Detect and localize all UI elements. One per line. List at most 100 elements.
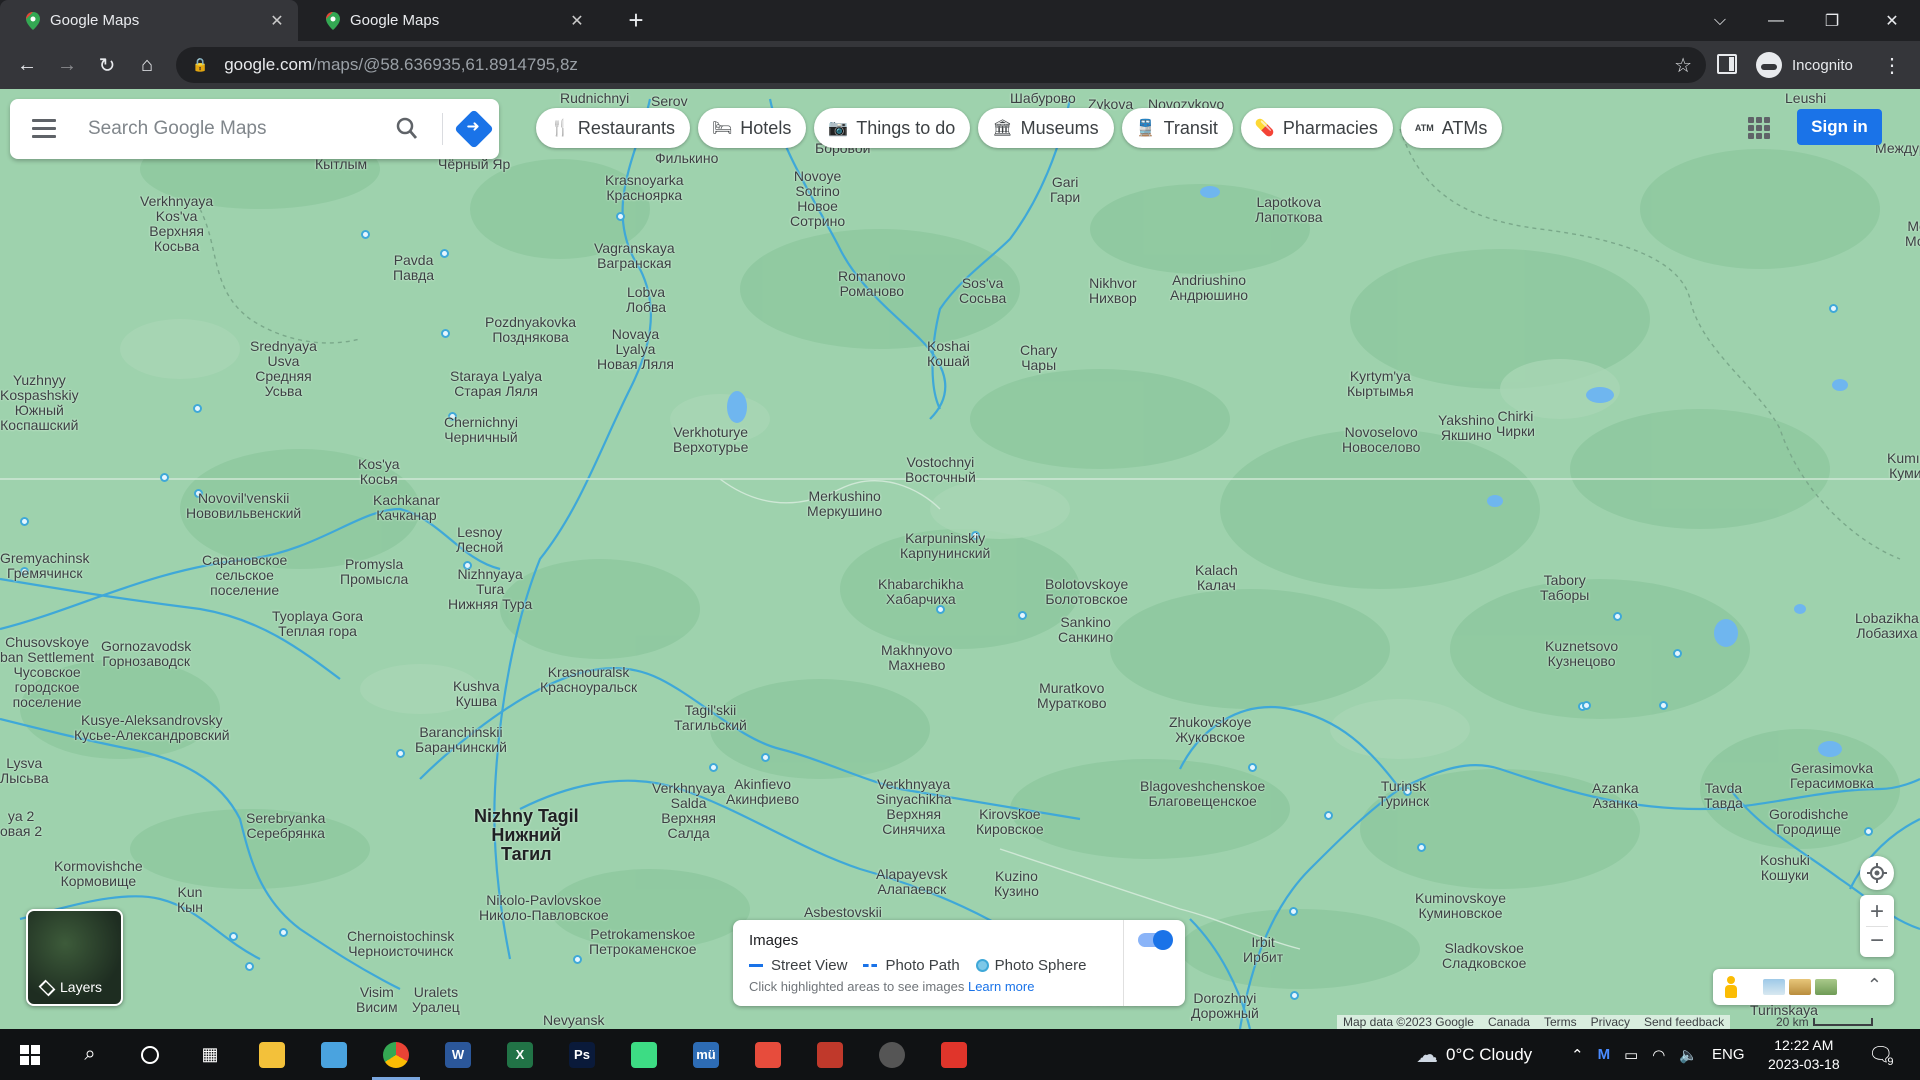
place-label[interactable]: Asbestovskii: [804, 905, 882, 920]
place-label[interactable]: Zhukovskoye Жуковское: [1169, 715, 1251, 745]
place-label[interactable]: Lobva Лобва: [626, 285, 666, 315]
chip-restaurants[interactable]: 🍴 Restaurants: [536, 108, 690, 148]
place-dot[interactable]: [193, 404, 202, 413]
place-label[interactable]: Chernoistochinsk Черноисточинск: [347, 929, 454, 959]
place-dot[interactable]: [1829, 304, 1838, 313]
terms-link[interactable]: Terms: [1544, 1015, 1577, 1029]
mu-app-taskbar-button[interactable]: mü: [678, 1029, 734, 1080]
place-label[interactable]: Kuzino Кузино: [994, 869, 1039, 899]
place-label[interactable]: Sladkovskoe Сладковское: [1442, 941, 1526, 971]
place-label[interactable]: Kirovskoe Кировское: [976, 807, 1044, 837]
chip-hotels[interactable]: 🛏 Hotels: [697, 108, 807, 148]
red-app-taskbar-button[interactable]: [802, 1029, 858, 1080]
place-dot[interactable]: [1324, 811, 1333, 820]
place-dot[interactable]: [279, 928, 288, 937]
place-label[interactable]: Alapayevsk Алапаевск: [876, 867, 948, 897]
photoshop-taskbar-button[interactable]: Ps: [554, 1029, 610, 1080]
place-label[interactable]: Mortk Мортк: [1905, 219, 1920, 249]
region-link[interactable]: Canada: [1488, 1015, 1530, 1029]
map-canvas[interactable]: Rudnichnyi Serov Шабурово Zykova Novozykovo L…: [0, 89, 1920, 1029]
place-label[interactable]: ya 2 овая 2: [0, 809, 42, 839]
place-label[interactable]: Nikhvor Нихвор: [1089, 276, 1137, 306]
browser-menu-icon[interactable]: ⋮: [1882, 53, 1902, 78]
place-label[interactable]: Rudnichnyi: [560, 91, 629, 106]
place-dot[interactable]: [573, 955, 582, 964]
minimize-button[interactable]: —: [1748, 0, 1804, 41]
place-label[interactable]: Lesnoy Лесной: [456, 525, 503, 555]
place-label[interactable]: Irbit Ирбит: [1243, 935, 1283, 965]
place-label[interactable]: Lysva Лысьва: [0, 756, 49, 786]
place-label[interactable]: Kun Кын: [177, 885, 203, 915]
chip-transit[interactable]: 🚆 Transit: [1121, 108, 1233, 148]
place-label[interactable]: Tyoplaya Gora Теплая гора: [272, 609, 363, 639]
place-label[interactable]: Verkhnyaya Kos'va Верхняя Косьва: [140, 194, 213, 254]
place-dot[interactable]: [1582, 701, 1591, 710]
place-label[interactable]: Gerasimovka Герасимовка: [1790, 761, 1874, 791]
place-label[interactable]: Pavda Павда: [393, 253, 434, 283]
place-label[interactable]: Chernichnyi Черничный: [444, 415, 518, 445]
place-dot[interactable]: [1018, 611, 1027, 620]
clock[interactable]: 12:22 AM 2023-03-18: [1768, 1029, 1840, 1080]
place-label[interactable]: Nevyansk: [543, 1013, 604, 1028]
zoom-in-button[interactable]: +: [1870, 898, 1884, 926]
place-label[interactable]: Merkushino Меркушино: [807, 489, 882, 519]
place-label[interactable]: Nizhny Tagil Нижний Тагил: [474, 807, 579, 864]
file-explorer-taskbar-button[interactable]: [244, 1029, 300, 1080]
place-label[interactable]: Staraya Lyalya Старая Ляля: [450, 369, 542, 399]
place-dot[interactable]: [709, 763, 718, 772]
place-label[interactable]: Azanka Азанка: [1592, 781, 1639, 811]
new-tab-button[interactable]: +: [622, 6, 650, 34]
browser-tab-2[interactable]: Google Maps ✕: [300, 0, 598, 41]
place-label[interactable]: Karpuninskiy Карпунинский: [900, 531, 990, 561]
place-label[interactable]: Promysla Промысла: [340, 557, 408, 587]
colorful-app-taskbar-button[interactable]: [740, 1029, 796, 1080]
place-label[interactable]: Novaya Lyalya Новая Ляля: [597, 327, 674, 372]
place-dot[interactable]: [440, 249, 449, 258]
place-dot[interactable]: [20, 517, 29, 526]
chip-atms[interactable]: ATM ATMs: [1400, 108, 1503, 148]
place-dot[interactable]: [1289, 907, 1298, 916]
place-label[interactable]: Междуреченс: [1875, 141, 1920, 156]
place-label[interactable]: Uralets Уралец: [412, 985, 460, 1015]
google-apps-icon[interactable]: [1748, 117, 1770, 139]
chip-pharmacies[interactable]: 💊 Pharmacies: [1240, 108, 1393, 148]
place-label[interactable]: Baranchinskii Баранчинский: [415, 725, 507, 755]
place-label[interactable]: Tagil'skii Тагильский: [674, 703, 747, 733]
place-dot[interactable]: [441, 329, 450, 338]
place-label[interactable]: Sos'va Сосьва: [959, 276, 1006, 306]
forward-button[interactable]: →: [52, 50, 82, 80]
place-dot[interactable]: [761, 753, 770, 762]
layers-button[interactable]: Layers: [26, 909, 123, 1006]
images-toggle[interactable]: [1138, 930, 1173, 950]
control-panel-taskbar-button[interactable]: [306, 1029, 362, 1080]
place-label[interactable]: Yakshino Якшино: [1438, 413, 1495, 443]
place-label[interactable]: Kyrtym'ya Кыртымья: [1347, 369, 1414, 399]
privacy-link[interactable]: Privacy: [1591, 1015, 1630, 1029]
tab-close-icon[interactable]: ✕: [268, 11, 286, 31]
tray-app-icon[interactable]: M: [1598, 1046, 1611, 1063]
zoom-out-button[interactable]: −: [1870, 927, 1884, 955]
place-label[interactable]: Chusovskoye ban Settlement Чусовское гор…: [0, 635, 94, 710]
imagery-thumb-3[interactable]: [1815, 979, 1837, 995]
place-label[interactable]: Кытлым: [315, 157, 367, 172]
reload-button[interactable]: ↻: [92, 50, 122, 80]
place-label[interactable]: Шабурово: [1010, 91, 1076, 106]
imagery-thumb-2[interactable]: [1789, 979, 1811, 995]
place-label[interactable]: Muratkovo Муратково: [1037, 681, 1106, 711]
weather-widget[interactable]: ☁ 0°C Cloudy: [1416, 1029, 1532, 1080]
tray-chevron-icon[interactable]: ⌃: [1571, 1046, 1584, 1064]
incognito-profile-button[interactable]: Incognito: [1756, 49, 1853, 81]
place-label[interactable]: Kumınski Куминск: [1887, 451, 1920, 481]
place-label[interactable]: Makhnyovo Махнево: [881, 643, 953, 673]
place-label[interactable]: Lobazikha Лобазиха: [1855, 611, 1919, 641]
send-feedback-link[interactable]: Send feedback: [1644, 1015, 1724, 1029]
place-dot[interactable]: [1613, 612, 1622, 621]
place-label[interactable]: Vagranskaya Вагранская: [594, 241, 675, 271]
place-label[interactable]: Serov: [651, 94, 688, 109]
address-bar[interactable]: 🔒 google.com/maps/@58.636935,61.8914795,…: [176, 47, 1706, 83]
notifications-button[interactable]: 🗨 9: [1868, 1029, 1894, 1080]
place-label[interactable]: Kuminovskoye Куминовское: [1415, 891, 1506, 921]
place-label[interactable]: Andriushino Андрюшино: [1170, 273, 1248, 303]
place-dot[interactable]: [616, 212, 625, 221]
bookmark-star-icon[interactable]: ☆: [1674, 53, 1692, 78]
